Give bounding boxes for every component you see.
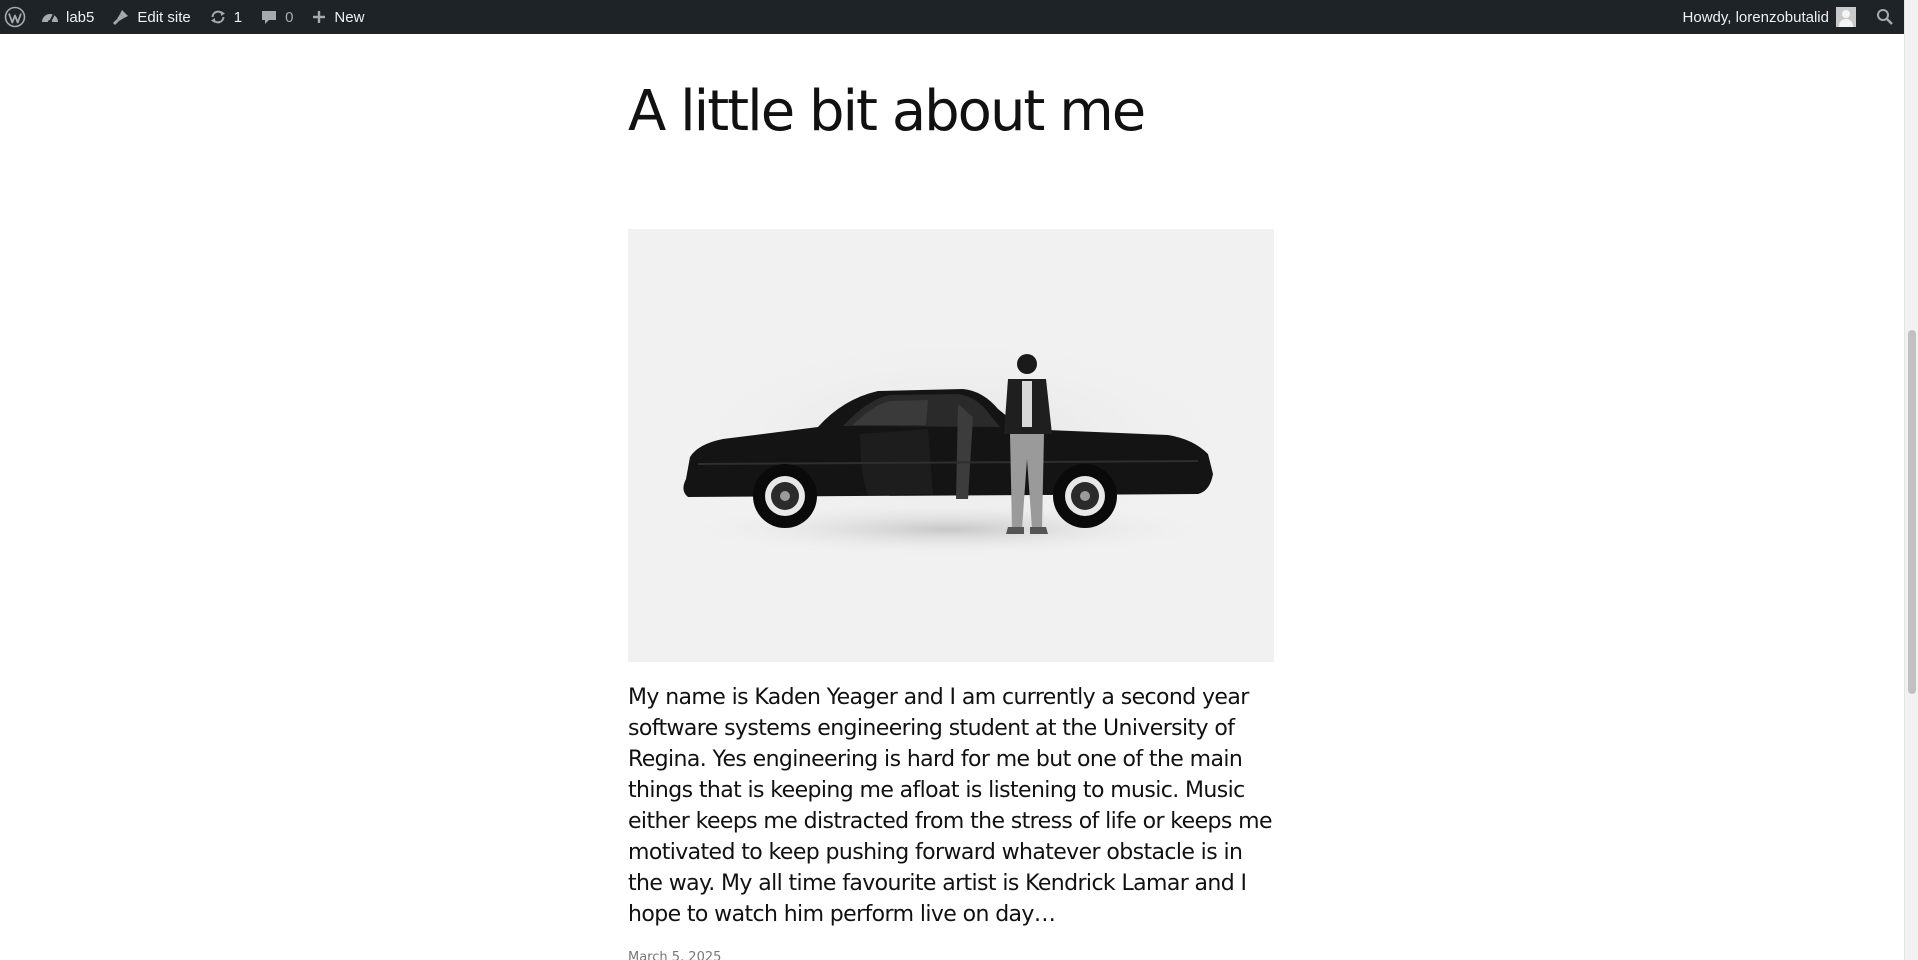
admin-bar: lab5 Edit site 1 0 New Howdy, lorenzobut…: [0, 0, 1904, 34]
site-name-menu[interactable]: lab5: [32, 0, 103, 34]
edit-site-label: Edit site: [137, 8, 191, 26]
wordpress-menu[interactable]: [0, 0, 32, 34]
main-content: A little bit about me My name is Kaden Y…: [628, 34, 1274, 960]
refresh-icon: [209, 8, 227, 26]
page-scrollbar[interactable]: [1904, 0, 1918, 960]
my-account-menu[interactable]: Howdy, lorenzobutalid: [1674, 0, 1864, 34]
scrollbar-thumb[interactable]: [1908, 330, 1916, 694]
new-content-menu[interactable]: New: [302, 0, 373, 34]
comment-bubble-icon: [260, 8, 278, 26]
new-label: New: [334, 8, 365, 26]
car-photo: [658, 329, 1258, 558]
edit-site-link[interactable]: Edit site: [103, 0, 199, 34]
updates-link[interactable]: 1: [200, 0, 251, 34]
page-title: A little bit about me: [628, 79, 1146, 144]
comments-count: 0: [285, 8, 294, 26]
brush-icon: [112, 8, 130, 26]
site-name-label: lab5: [66, 8, 95, 26]
post-date: March 5, 2025: [628, 950, 722, 960]
search-icon: [1876, 8, 1894, 26]
updates-count: 1: [233, 8, 243, 26]
search-button[interactable]: [1864, 0, 1904, 34]
avatar: [1836, 7, 1856, 27]
howdy-label: Howdy, lorenzobutalid: [1682, 8, 1829, 26]
bio-paragraph: My name is Kaden Yeager and I am current…: [628, 685, 1273, 928]
wordpress-logo-icon: [4, 6, 26, 28]
plus-icon: [311, 9, 327, 25]
comments-link[interactable]: 0: [251, 0, 302, 34]
featured-image: [628, 229, 1274, 663]
dashboard-icon: [41, 9, 59, 25]
